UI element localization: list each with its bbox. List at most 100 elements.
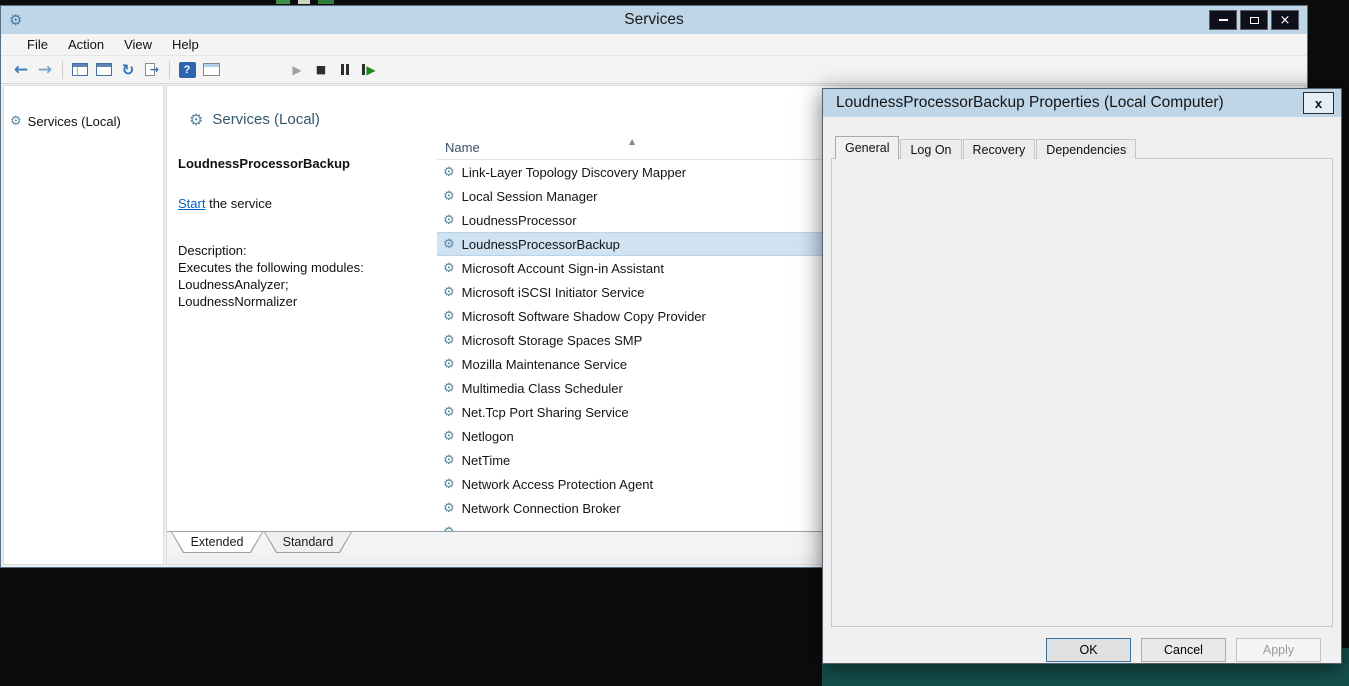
- service-name: Microsoft Storage Spaces SMP: [462, 333, 643, 348]
- window-titlebar[interactable]: ⚙ Services ×: [1, 6, 1307, 34]
- properties-dialog: LoudnessProcessorBackup Properties (Loca…: [822, 88, 1342, 664]
- tree-item-services-local[interactable]: ⚙ Services (Local): [10, 114, 121, 129]
- toolbar: ← → ↻ → ? ▶ ■ ▶: [1, 56, 1307, 84]
- service-name: LoudnessProcessor: [462, 213, 577, 228]
- show-console-tree-button[interactable]: [68, 58, 92, 82]
- service-name: Link-Layer Topology Discovery Mapper: [462, 165, 686, 180]
- restart-icon: ▶: [366, 63, 375, 77]
- dialog-tabs: General Log On Recovery Dependencies: [835, 136, 1137, 159]
- service-gear-icon: ⚙: [443, 189, 455, 204]
- service-control-group: ▶ ■ ▶: [285, 58, 381, 82]
- minimize-icon: [1219, 19, 1228, 21]
- service-gear-icon: ⚙: [443, 381, 455, 396]
- description-line: LoudnessAnalyzer;: [178, 276, 364, 293]
- menu-bar: File Action View Help: [1, 34, 1307, 56]
- service-gear-icon: ⚙: [443, 213, 455, 228]
- forward-button[interactable]: →: [33, 58, 57, 82]
- table-view-icon: [203, 63, 220, 76]
- restart-bar-icon: [362, 64, 365, 75]
- window-title: Services: [1, 11, 1307, 29]
- menu-file[interactable]: File: [17, 37, 58, 52]
- view-tab-label: Standard: [264, 532, 352, 553]
- refresh-button[interactable]: ↻: [116, 58, 140, 82]
- service-name: Local Session Manager: [462, 189, 598, 204]
- service-gear-icon: ⚙: [443, 309, 455, 324]
- refresh-icon: ↻: [122, 61, 135, 79]
- tab-log-on[interactable]: Log On: [900, 139, 961, 159]
- cancel-button[interactable]: Cancel: [1141, 638, 1226, 662]
- menu-view[interactable]: View: [114, 37, 162, 52]
- export-list-button[interactable]: →: [140, 58, 164, 82]
- minimize-button[interactable]: [1209, 10, 1237, 30]
- service-name: Network Access Protection Agent: [462, 477, 653, 492]
- toolbar-separator: [169, 61, 170, 79]
- properties-icon: [96, 63, 112, 76]
- menu-action[interactable]: Action: [58, 37, 114, 52]
- service-name: Net.Tcp Port Sharing Service: [462, 405, 629, 420]
- pane-header: ⚙ Services (Local): [189, 110, 320, 129]
- description-label: Description:: [178, 242, 364, 259]
- pause-icon: [341, 64, 344, 75]
- dialog-close-button[interactable]: x: [1303, 92, 1334, 114]
- service-gear-icon: ⚙: [443, 453, 455, 468]
- forward-icon: →: [38, 60, 52, 80]
- service-gear-icon: ⚙: [443, 357, 455, 372]
- extended-view-button[interactable]: [199, 58, 223, 82]
- taskbar-icon-fragment: [276, 0, 290, 4]
- tab-general[interactable]: General: [835, 136, 899, 159]
- tab-recovery[interactable]: Recovery: [963, 139, 1036, 159]
- start-service-line: Start the service: [178, 196, 272, 211]
- tab-page-general: [831, 158, 1333, 627]
- stop-service-button[interactable]: ■: [309, 58, 333, 82]
- service-name: Microsoft iSCSI Initiator Service: [462, 285, 645, 300]
- description-line: Executes the following modules:: [178, 259, 364, 276]
- start-service-button[interactable]: ▶: [285, 58, 309, 82]
- service-gear-icon: ⚙: [443, 237, 455, 252]
- services-gear-icon: ⚙: [10, 114, 22, 129]
- service-name: Microsoft Account Sign-in Assistant: [462, 261, 664, 276]
- menu-help[interactable]: Help: [162, 37, 209, 52]
- service-name: Mozilla Maintenance Service: [462, 357, 627, 372]
- toolbar-separator: [62, 61, 63, 79]
- pane-header-label: Services (Local): [212, 111, 320, 128]
- properties-button[interactable]: [92, 58, 116, 82]
- pause-service-button[interactable]: [333, 58, 357, 82]
- back-button[interactable]: ←: [9, 58, 33, 82]
- service-gear-icon: ⚙: [443, 285, 455, 300]
- close-button[interactable]: ×: [1271, 10, 1299, 30]
- pause-icon: [346, 64, 349, 75]
- service-name: NetTime: [462, 453, 511, 468]
- service-description: Description: Executes the following modu…: [178, 242, 364, 310]
- dialog-title: LoudnessProcessorBackup Properties (Loca…: [836, 94, 1224, 112]
- start-service-link[interactable]: Start: [178, 196, 205, 211]
- help-button[interactable]: ?: [175, 58, 199, 82]
- ok-button[interactable]: OK: [1046, 638, 1131, 662]
- description-line: LoudnessNormalizer: [178, 293, 364, 310]
- service-name: Network Connection Broker: [462, 501, 621, 516]
- service-gear-icon: ⚙: [443, 165, 455, 180]
- stop-icon: ■: [316, 63, 326, 76]
- service-gear-icon: ⚙: [443, 333, 455, 348]
- apply-button: Apply: [1236, 638, 1321, 662]
- service-gear-icon: ⚙: [443, 261, 455, 276]
- view-tab-standard[interactable]: Standard: [264, 532, 352, 553]
- console-tree-pane: ⚙ Services (Local): [3, 85, 164, 565]
- help-icon: ?: [179, 62, 196, 78]
- view-tab-extended[interactable]: Extended: [171, 532, 263, 553]
- service-gear-icon: ⚙: [443, 405, 455, 420]
- service-gear-icon: ⚙: [443, 501, 455, 516]
- tab-dependencies[interactable]: Dependencies: [1036, 139, 1136, 159]
- close-icon: ×: [1280, 13, 1291, 28]
- start-service-suffix: the service: [205, 196, 271, 211]
- maximize-button[interactable]: [1240, 10, 1268, 30]
- service-gear-icon: ⚙: [443, 429, 455, 444]
- back-icon: ←: [14, 60, 28, 80]
- dialog-titlebar[interactable]: LoudnessProcessorBackup Properties (Loca…: [823, 89, 1341, 117]
- console-tree-icon: [72, 63, 88, 76]
- service-name: LoudnessProcessorBackup: [462, 237, 620, 252]
- play-icon: ▶: [292, 63, 301, 77]
- restart-service-button[interactable]: ▶: [357, 58, 381, 82]
- sort-ascending-icon: ▲: [629, 137, 635, 146]
- desktop-background: ⚙ Services × File Action View Help ← → ↻…: [0, 0, 1349, 686]
- taskbar-icon-fragment: [318, 0, 334, 4]
